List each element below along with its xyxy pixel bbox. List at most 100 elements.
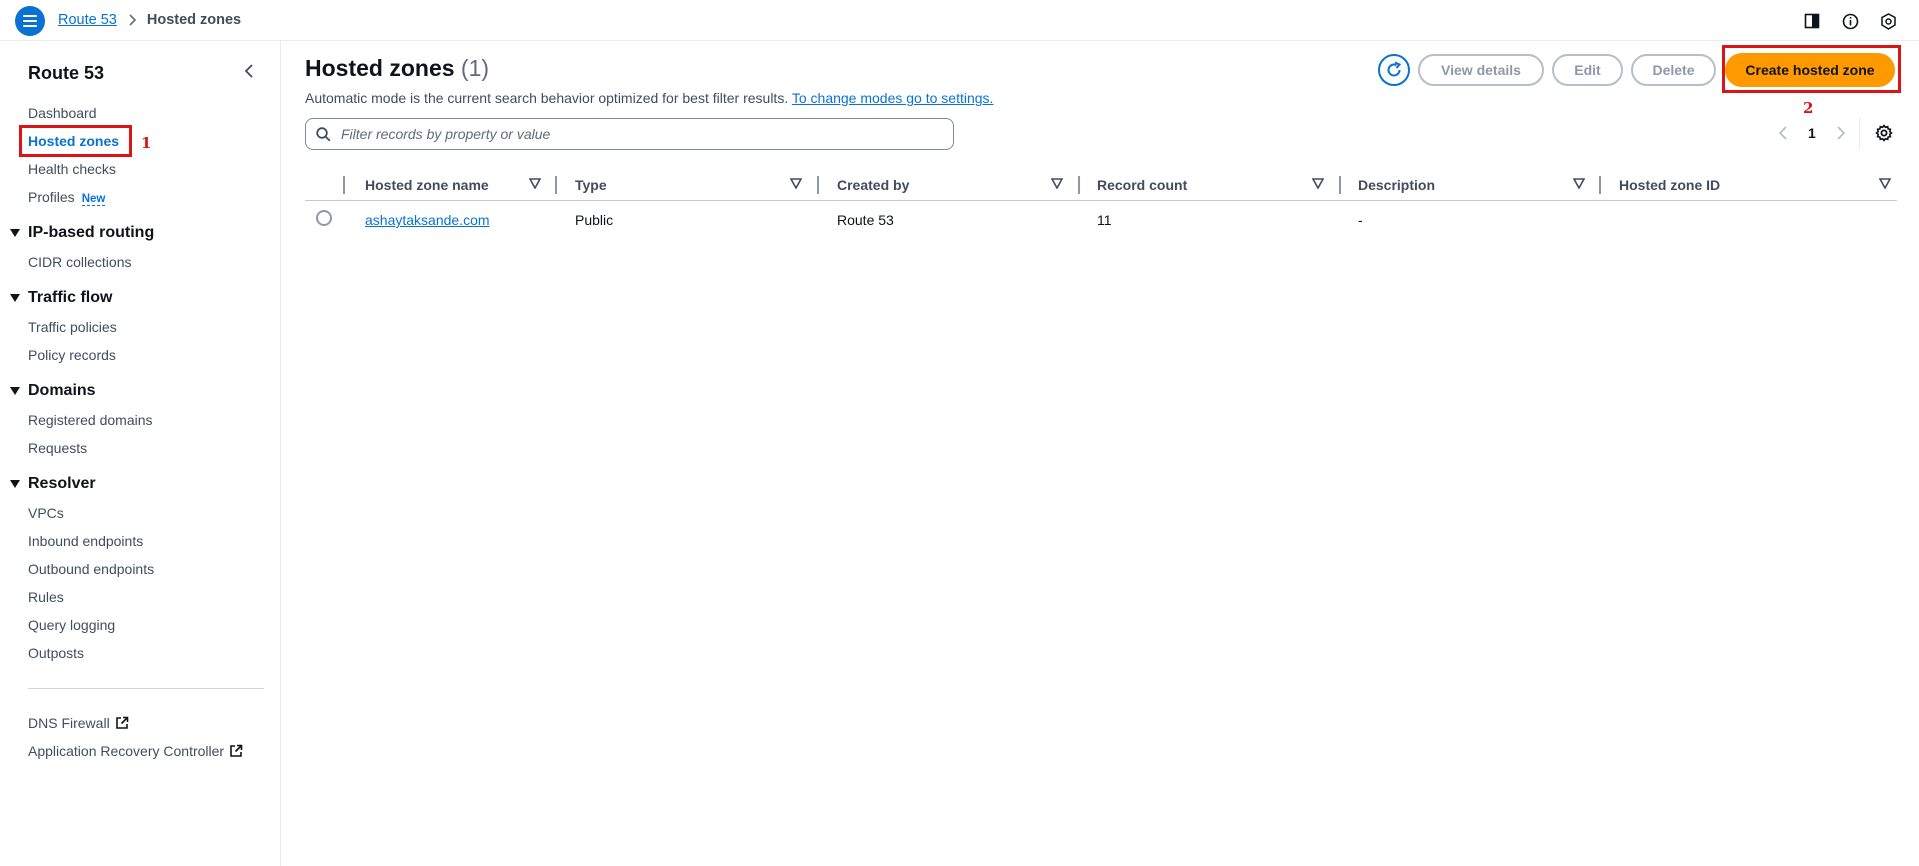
sort-caret-icon[interactable] bbox=[1312, 178, 1324, 189]
sort-caret-icon[interactable] bbox=[1879, 178, 1891, 189]
annotation-box-1 bbox=[19, 125, 132, 157]
column-divider bbox=[817, 176, 819, 194]
sort-caret-icon[interactable] bbox=[529, 178, 541, 189]
page-number[interactable]: 1 bbox=[1808, 125, 1816, 141]
chevron-right-icon bbox=[127, 14, 137, 26]
breadcrumb-current: Hosted zones bbox=[146, 12, 242, 28]
section-domains[interactable]: Domains bbox=[10, 382, 96, 400]
hosted-zone-link[interactable]: ashaytaksande.com bbox=[365, 212, 490, 228]
column-header-description[interactable]: Description bbox=[1358, 169, 1435, 201]
column-divider bbox=[343, 176, 345, 194]
view-details-button[interactable]: View details bbox=[1418, 54, 1544, 86]
breadcrumb-route53-link[interactable]: Route 53 bbox=[58, 12, 117, 28]
menu-button[interactable] bbox=[15, 6, 45, 36]
breadcrumb: Route 53 Hosted zones bbox=[58, 12, 241, 28]
column-divider bbox=[1599, 176, 1601, 194]
search-input[interactable] bbox=[341, 126, 921, 142]
column-header-type[interactable]: Type bbox=[575, 169, 607, 201]
side-navigation: Route 53 Dashboard Hosted zones Health c… bbox=[0, 41, 281, 866]
caret-down-icon bbox=[10, 386, 20, 395]
cell-created-by: Route 53 bbox=[837, 212, 894, 228]
pagination: 1 bbox=[1778, 125, 1846, 141]
external-link-icon bbox=[115, 716, 128, 729]
page-title-text: Hosted zones bbox=[305, 55, 455, 81]
section-label: Traffic flow bbox=[28, 289, 113, 306]
sidebar-item-rules[interactable]: Rules bbox=[28, 589, 64, 605]
top-utility-icons bbox=[1801, 10, 1899, 32]
section-label: Resolver bbox=[28, 475, 96, 492]
sort-caret-icon[interactable] bbox=[1573, 178, 1585, 189]
annotation-number-2: 2 bbox=[1803, 99, 1814, 117]
search-mode-description: Automatic mode is the current search beh… bbox=[305, 90, 993, 106]
cell-description: - bbox=[1358, 212, 1363, 228]
cell-hosted-zone-name: ashaytaksande.com bbox=[365, 212, 490, 228]
refresh-icon bbox=[1387, 61, 1402, 77]
collapse-sidebar-icon[interactable] bbox=[243, 63, 255, 83]
top-bar: Route 53 Hosted zones bbox=[0, 0, 1919, 41]
section-label: Domains bbox=[28, 382, 96, 399]
sort-caret-icon[interactable] bbox=[1051, 178, 1063, 189]
security-settings-icon[interactable] bbox=[1877, 10, 1899, 32]
column-header-created-by[interactable]: Created by bbox=[837, 169, 909, 201]
caret-down-icon bbox=[10, 228, 20, 237]
settings-link[interactable]: To change modes go to settings. bbox=[792, 90, 994, 106]
pager-divider bbox=[1859, 117, 1860, 149]
panel-icon[interactable] bbox=[1801, 10, 1823, 32]
delete-button[interactable]: Delete bbox=[1631, 54, 1716, 86]
annotation-number-1: 1 bbox=[141, 134, 152, 152]
section-label: IP-based routing bbox=[28, 224, 155, 241]
cell-record-count: 11 bbox=[1097, 212, 1112, 228]
sidebar-item-health-checks[interactable]: Health checks bbox=[28, 161, 116, 177]
main-content: Hosted zones (1) Automatic mode is the c… bbox=[281, 41, 1919, 866]
column-divider bbox=[555, 176, 557, 194]
annotation-box-2 bbox=[1722, 45, 1901, 93]
sidebar-item-dashboard[interactable]: Dashboard bbox=[28, 105, 97, 121]
column-divider bbox=[1078, 176, 1080, 194]
sort-caret-icon[interactable] bbox=[790, 178, 802, 189]
column-header-hosted-zone-name[interactable]: Hosted zone name bbox=[365, 169, 489, 201]
table-row[interactable]: ashaytaksande.com Public Route 53 11 - bbox=[305, 201, 1897, 239]
page-title: Hosted zones (1) bbox=[305, 55, 489, 82]
sidebar-divider bbox=[28, 688, 264, 689]
chevron-right-icon[interactable] bbox=[1836, 126, 1846, 140]
sidebar-item-registered-domains[interactable]: Registered domains bbox=[28, 412, 153, 428]
sidebar-item-outposts[interactable]: Outposts bbox=[28, 645, 84, 661]
page-title-count: (1) bbox=[460, 55, 490, 81]
column-header-record-count[interactable]: Record count bbox=[1097, 169, 1187, 201]
sidebar-item-inbound-endpoints[interactable]: Inbound endpoints bbox=[28, 533, 143, 549]
sidebar-item-policy-records[interactable]: Policy records bbox=[28, 347, 116, 363]
sidebar-item-label: Application Recovery Controller bbox=[28, 743, 225, 759]
caret-down-icon bbox=[10, 293, 20, 302]
hamburger-icon bbox=[23, 15, 37, 27]
sidebar-item-requests[interactable]: Requests bbox=[28, 440, 87, 456]
sidebar-item-outbound-endpoints[interactable]: Outbound endpoints bbox=[28, 561, 154, 577]
sidebar-item-application-recovery-controller[interactable]: Application Recovery Controller bbox=[28, 743, 243, 759]
info-icon[interactable] bbox=[1839, 10, 1861, 32]
column-header-hosted-zone-id[interactable]: Hosted zone ID bbox=[1619, 169, 1720, 201]
sidebar-item-profiles-label: Profiles bbox=[28, 189, 75, 205]
external-link-icon bbox=[230, 744, 243, 757]
sidebar-item-traffic-policies[interactable]: Traffic policies bbox=[28, 319, 117, 335]
section-traffic-flow[interactable]: Traffic flow bbox=[10, 289, 112, 307]
table-header: Hosted zone name Type Created by Record … bbox=[305, 169, 1897, 201]
search-icon bbox=[316, 126, 331, 141]
chevron-left-icon[interactable] bbox=[1778, 126, 1788, 140]
section-resolver[interactable]: Resolver bbox=[10, 475, 96, 493]
section-ip-based-routing[interactable]: IP-based routing bbox=[10, 224, 154, 242]
description-text: Automatic mode is the current search beh… bbox=[305, 90, 789, 106]
sidebar-item-query-logging[interactable]: Query logging bbox=[28, 617, 115, 633]
new-badge: New bbox=[81, 193, 106, 206]
filter-search-box[interactable] bbox=[305, 118, 954, 150]
gear-icon[interactable] bbox=[1875, 124, 1893, 146]
sidebar-item-vpcs[interactable]: VPCs bbox=[28, 505, 64, 521]
sidebar-title[interactable]: Route 53 bbox=[28, 63, 104, 84]
row-select-radio[interactable] bbox=[316, 210, 332, 226]
caret-down-icon bbox=[10, 479, 20, 488]
sidebar-item-cidr-collections[interactable]: CIDR collections bbox=[28, 254, 131, 270]
cell-type: Public bbox=[575, 212, 614, 228]
sidebar-item-profiles[interactable]: Profiles New bbox=[28, 189, 106, 206]
edit-button[interactable]: Edit bbox=[1552, 54, 1623, 86]
sidebar-item-dns-firewall[interactable]: DNS Firewall bbox=[28, 715, 129, 731]
column-divider bbox=[1339, 176, 1341, 194]
refresh-button[interactable] bbox=[1378, 54, 1410, 86]
